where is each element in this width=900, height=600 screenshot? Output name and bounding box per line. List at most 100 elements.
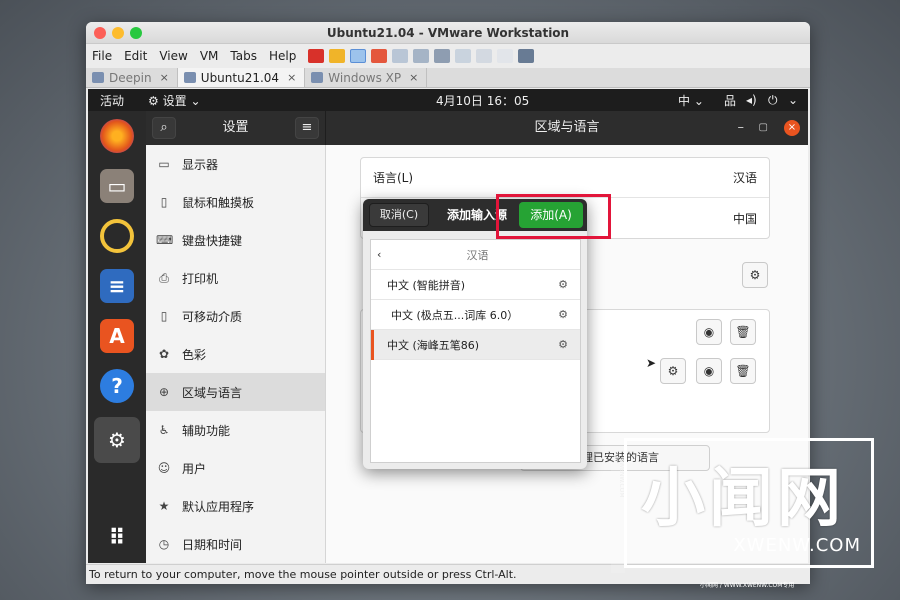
window-title: Ubuntu21.04 - VMware Workstation — [326, 26, 570, 40]
network-icon[interactable]: 品 — [724, 92, 736, 109]
minimize-icon[interactable]: – — [738, 111, 745, 145]
close-tab-icon[interactable]: × — [409, 71, 418, 84]
play-icon[interactable] — [350, 49, 367, 63]
preview-layout-button[interactable]: ◉ — [696, 358, 722, 384]
preview-layout-button[interactable]: ◉ — [696, 319, 722, 345]
close-window-button[interactable] — [94, 27, 106, 39]
language-row[interactable]: 语言(L) 汉语 — [361, 158, 769, 198]
unity-icon[interactable] — [518, 49, 535, 63]
clock-icon: ◷ — [158, 537, 170, 551]
watermark: 小闻网 XWENW.COM — [624, 438, 874, 568]
menu-help[interactable]: Help — [269, 49, 296, 63]
list-item[interactable]: 中文 (极点五...词库 6.0） ⚙ — [371, 300, 580, 330]
power-off-icon[interactable] — [308, 49, 325, 63]
suspend-icon[interactable] — [329, 49, 346, 63]
settings-sidebar: ▭ 显示器 ▯ 鼠标和触摸板 ⌨ 键盘快捷键 ⎙ 打印机 ▯ 可移动介质 ✿ 色… — [146, 145, 326, 563]
settings-gears-icon: ⚙ — [558, 308, 568, 321]
sidebar-item-display[interactable]: ▭ 显示器 — [146, 145, 325, 183]
sidebar-item-default-apps[interactable]: ★ 默认应用程序 — [146, 487, 325, 525]
firefox-icon[interactable] — [100, 119, 134, 153]
snapshot-icon[interactable] — [392, 49, 409, 63]
sidebar-item-mouse[interactable]: ▯ 鼠标和触摸板 — [146, 183, 325, 221]
hamburger-menu-icon[interactable]: ≡ — [295, 117, 319, 139]
tab-windows-xp[interactable]: Windows XP × — [305, 68, 428, 87]
snapshot-manager-icon[interactable] — [434, 49, 451, 63]
help-icon[interactable]: ? — [100, 369, 134, 403]
gear-icon: ⚙ — [667, 364, 679, 378]
sidebar-toggle-icon[interactable] — [455, 49, 472, 63]
close-tab-icon[interactable]: × — [160, 71, 169, 84]
cancel-button[interactable]: 取消(C) — [369, 203, 429, 227]
sidebar-title: 设置 — [222, 120, 249, 135]
activities-button[interactable]: 活动 — [100, 92, 124, 109]
console-view-icon[interactable] — [476, 49, 493, 63]
vm-tabbar: Deepin × Ubuntu21.04 × Windows XP × — [86, 68, 810, 88]
input-source-options-button[interactable]: ⚙ — [742, 262, 768, 288]
power-icon[interactable]: ⏻ — [768, 93, 778, 108]
settings-gears-icon: ⚙ — [558, 278, 568, 291]
chevron-left-icon[interactable]: ‹ — [377, 248, 381, 261]
search-icon[interactable]: ⌕ — [152, 117, 176, 139]
reset-icon[interactable] — [371, 49, 388, 63]
menu-vm[interactable]: VM — [200, 49, 219, 63]
settings-gears-icon: ⚙ — [558, 338, 568, 351]
list-header[interactable]: ‹ 汉语 — [371, 240, 580, 270]
zoom-window-button[interactable] — [130, 27, 142, 39]
settings-app-icon[interactable]: ⚙ — [94, 417, 140, 463]
watermark-side-text: XWENW.COM — [611, 458, 625, 573]
rhythmbox-icon[interactable] — [100, 219, 134, 253]
mouse-pointer-icon: ➤ — [646, 356, 657, 370]
star-icon: ★ — [158, 499, 170, 513]
input-settings-button[interactable]: ⚙ — [660, 358, 686, 384]
revert-snapshot-icon[interactable] — [413, 49, 430, 63]
close-tab-icon[interactable]: × — [287, 71, 296, 84]
input-method-indicator[interactable]: 中 ⌄ — [678, 92, 704, 109]
fullscreen-icon[interactable] — [497, 49, 514, 63]
clock[interactable]: 4月10日 16：05 — [436, 92, 529, 109]
menu-edit[interactable]: Edit — [124, 49, 147, 63]
gear-icon: ⚙ — [749, 268, 761, 282]
minimize-window-button[interactable] — [112, 27, 124, 39]
eye-icon: ◉ — [703, 325, 715, 339]
watermark-url: XWENW.COM — [733, 535, 861, 556]
language-value: 汉语 — [732, 171, 757, 185]
tab-ubuntu[interactable]: Ubuntu21.04 × — [177, 68, 306, 87]
software-center-icon[interactable]: A — [100, 319, 134, 353]
highlight-box — [496, 194, 611, 239]
settings-headerbar: ⌕ 设置 ≡ 区域与语言 – ▢ × — [146, 111, 808, 145]
window-titlebar: Ubuntu21.04 - VMware Workstation — [86, 22, 810, 44]
sidebar-item-keyboard[interactable]: ⌨ 键盘快捷键 — [146, 221, 325, 259]
sidebar-item-printers[interactable]: ⎙ 打印机 — [146, 259, 325, 297]
formats-value: 中国 — [732, 211, 757, 226]
watermark-logo: 小闻网 — [641, 462, 845, 536]
chevron-down-icon[interactable]: ⌄ — [788, 93, 798, 107]
show-apps-icon[interactable]: ⠿ — [100, 521, 134, 555]
list-item-selected[interactable]: 中文 (海峰五笔86) ⚙ — [371, 330, 580, 360]
remove-input-button[interactable]: 🗑 — [730, 319, 756, 345]
ubuntu-dock: ▭ ≡ A ? ⚙ ⠿ — [88, 111, 146, 563]
sidebar-item-accessibility[interactable]: ♿ 辅助功能 — [146, 411, 325, 449]
maximize-icon[interactable]: ▢ — [759, 111, 768, 145]
close-icon[interactable]: × — [784, 120, 800, 136]
vm-icon — [311, 72, 324, 83]
files-icon[interactable]: ▭ — [100, 169, 134, 203]
sidebar-item-date-time[interactable]: ◷ 日期和时间 — [146, 525, 325, 563]
tab-deepin[interactable]: Deepin × — [86, 68, 178, 87]
sidebar-item-users[interactable]: ☺ 用户 — [146, 449, 325, 487]
sidebar-header: ⌕ 设置 ≡ — [146, 111, 326, 145]
sidebar-item-removable-media[interactable]: ▯ 可移动介质 — [146, 297, 325, 335]
app-menu[interactable]: ⚙ 设置 ⌄ — [148, 92, 201, 109]
menu-tabs[interactable]: Tabs — [230, 49, 257, 63]
gear-icon: ⚙ — [148, 93, 159, 108]
menubar: File Edit View VM Tabs Help — [86, 44, 810, 68]
language-label: 语言(L) — [373, 171, 414, 185]
panel-header: 区域与语言 – ▢ × — [326, 111, 808, 145]
list-item[interactable]: 中文 (智能拼音) ⚙ — [371, 270, 580, 300]
sidebar-item-region-language[interactable]: ⊕ 区域与语言 — [146, 373, 325, 411]
menu-file[interactable]: File — [92, 49, 112, 63]
volume-icon[interactable]: ◂) — [746, 93, 757, 107]
remove-input-button[interactable]: 🗑 — [730, 358, 756, 384]
menu-view[interactable]: View — [159, 49, 187, 63]
sidebar-item-color[interactable]: ✿ 色彩 — [146, 335, 325, 373]
libreoffice-writer-icon[interactable]: ≡ — [100, 269, 134, 303]
